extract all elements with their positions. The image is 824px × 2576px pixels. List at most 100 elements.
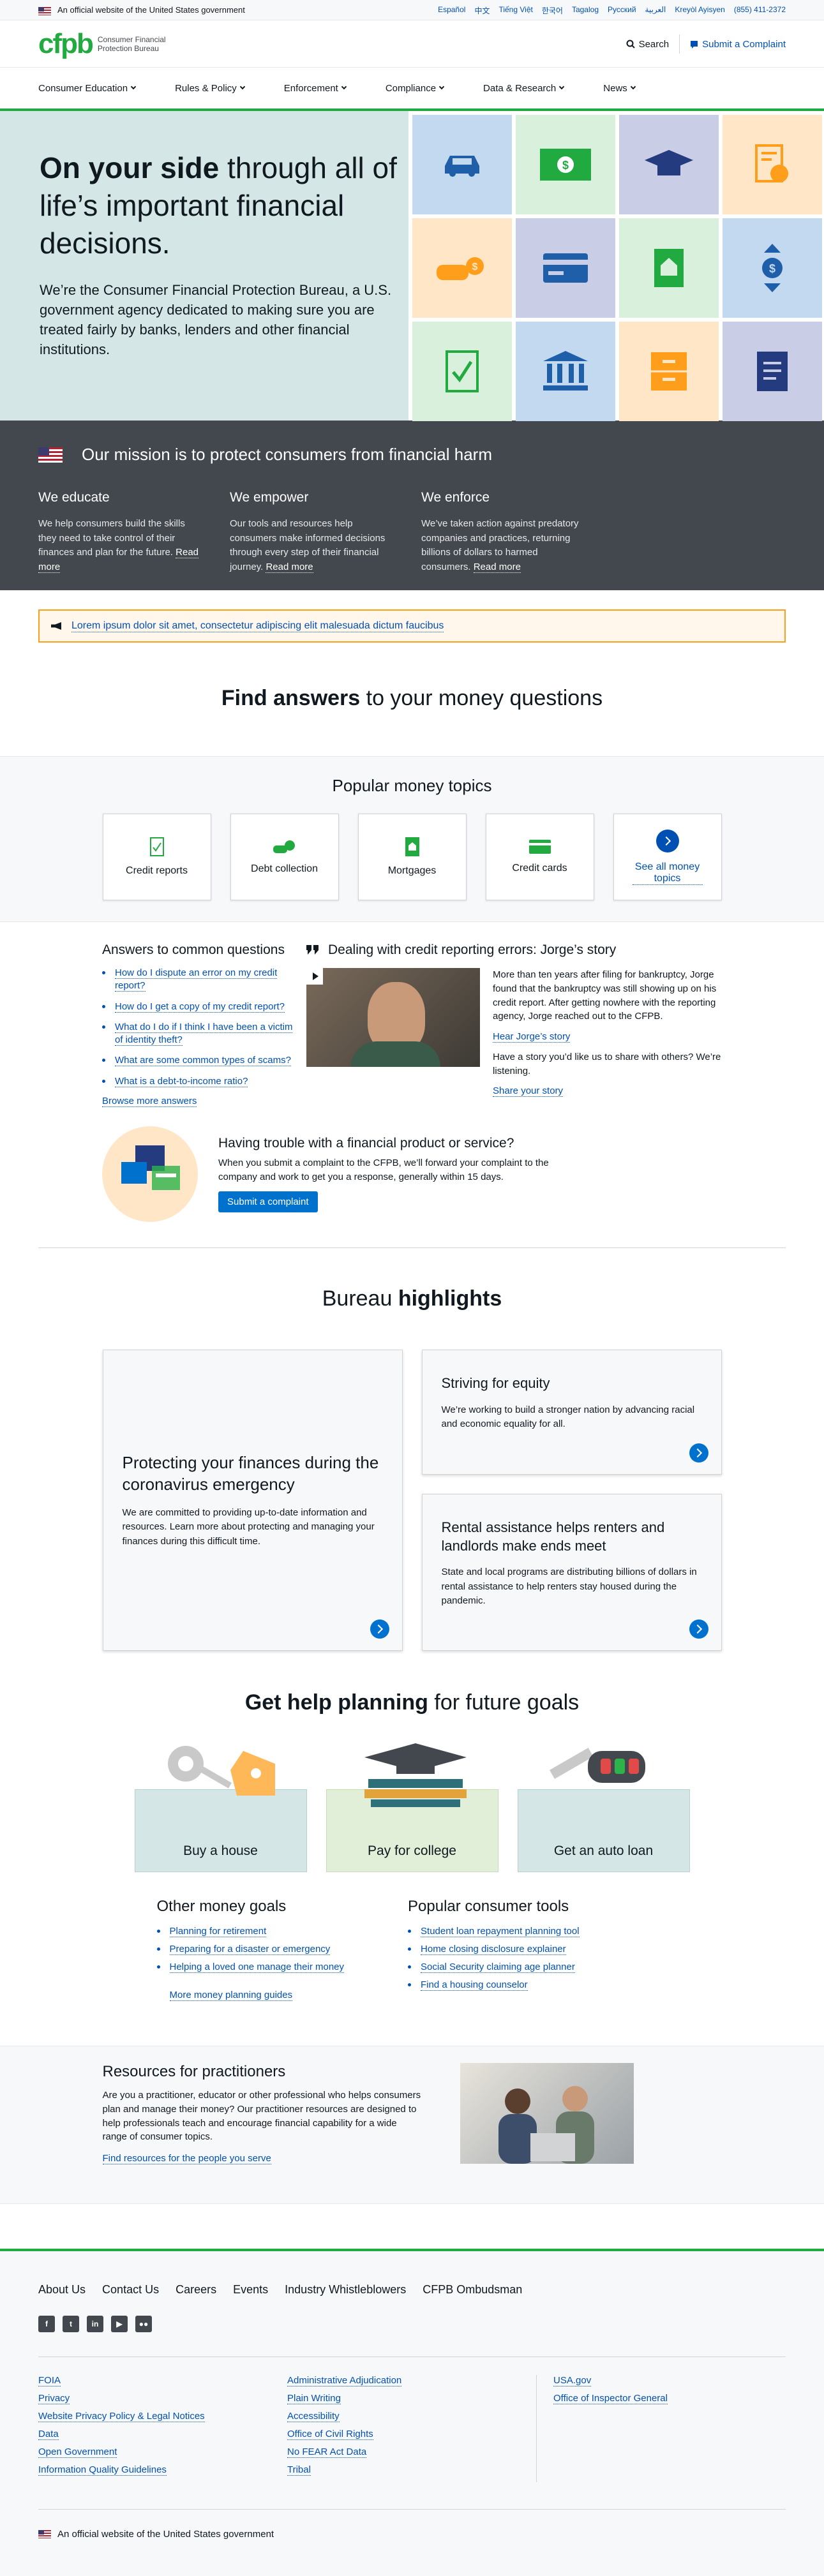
list-item[interactable]: Find a housing counselor bbox=[408, 1979, 580, 1991]
list-item[interactable]: What do I do if I think I have been a vi… bbox=[102, 1021, 294, 1047]
footer-link[interactable]: Accessibility bbox=[287, 2411, 340, 2422]
topic-credit-reports[interactable]: Credit reports bbox=[102, 814, 211, 900]
hear-story-link[interactable]: Hear Jorge’s story bbox=[493, 1031, 571, 1043]
footer-link-about[interactable]: About Us bbox=[38, 2283, 86, 2297]
footer-link[interactable]: Data bbox=[38, 2429, 59, 2440]
lang-link[interactable]: 中文 bbox=[474, 5, 490, 16]
list-item[interactable]: What are some common types of scams? bbox=[102, 1054, 294, 1067]
mission-section: Our mission is to protect consumers from… bbox=[0, 421, 824, 590]
topic-mortgages[interactable]: Mortgages bbox=[357, 814, 467, 900]
complaint-icon bbox=[691, 40, 698, 48]
play-icon[interactable] bbox=[306, 968, 323, 985]
footer-link[interactable]: Open Government bbox=[38, 2446, 117, 2458]
alert-banner: Lorem ipsum dolor sit amet, consectetur … bbox=[38, 609, 786, 643]
credit-report-icon bbox=[149, 837, 164, 856]
twitter-icon[interactable]: t bbox=[63, 2316, 79, 2332]
submit-complaint-button[interactable]: Submit a complaint bbox=[218, 1191, 318, 1213]
cfpb-logo[interactable]: cfpb Consumer Financial Protection Burea… bbox=[38, 30, 168, 58]
story-ask: Have a story you’d like us to share with… bbox=[493, 1051, 721, 1076]
practitioners-body: Are you a practitioner, educator or othe… bbox=[102, 2090, 421, 2143]
topic-see-all[interactable]: See all money topics bbox=[613, 814, 722, 900]
lang-link[interactable]: Русский bbox=[608, 5, 636, 16]
practitioners-link[interactable]: Find resources for the people you serve bbox=[102, 2153, 271, 2164]
footer-link[interactable]: Administrative Adjudication bbox=[287, 2375, 402, 2386]
topic-credit-cards[interactable]: Credit cards bbox=[485, 814, 594, 900]
submit-complaint-link[interactable]: Submit a Complaint bbox=[690, 39, 786, 50]
arrow-right-icon bbox=[689, 1443, 708, 1463]
lang-link[interactable]: Kreyòl Ayisyen bbox=[675, 5, 725, 16]
facebook-icon[interactable]: f bbox=[38, 2316, 55, 2332]
answers-list: How do I dispute an error on my credit r… bbox=[102, 967, 294, 1088]
chevron-down-icon bbox=[239, 84, 246, 90]
footer-link[interactable]: Tribal bbox=[287, 2464, 311, 2476]
highlight-rental[interactable]: Rental assistance helps renters and land… bbox=[421, 1494, 722, 1651]
debt-collection-icon bbox=[273, 840, 295, 853]
us-flag-icon bbox=[38, 2530, 51, 2538]
plan-buy-house[interactable]: Buy a house bbox=[134, 1738, 307, 1872]
list-item[interactable]: Home closing disclosure explainer bbox=[408, 1944, 580, 1955]
lang-link[interactable]: Español bbox=[438, 5, 465, 16]
highlights: Protecting your finances during the coro… bbox=[102, 1350, 722, 1651]
phone-link[interactable]: (855) 411-2372 bbox=[734, 5, 786, 16]
highlight-equity[interactable]: Striving for equity We’re working to bui… bbox=[421, 1350, 722, 1475]
lang-link[interactable]: 한국어 bbox=[542, 5, 563, 16]
footer-link[interactable]: Website Privacy Policy & Legal Notices bbox=[38, 2411, 205, 2422]
practitioners-title: Resources for practitioners bbox=[102, 2063, 286, 2080]
footer-link[interactable]: No FEAR Act Data bbox=[287, 2446, 367, 2458]
lang-link[interactable]: العربية bbox=[645, 5, 666, 16]
flickr-icon[interactable]: ●● bbox=[135, 2316, 152, 2332]
popular-topics: Popular money topics Credit reports Debt… bbox=[0, 756, 824, 922]
footer-link[interactable]: Privacy bbox=[38, 2393, 70, 2404]
nav-rules-policy[interactable]: Rules & Policy bbox=[175, 83, 246, 94]
lang-link[interactable]: Tagalog bbox=[572, 5, 599, 16]
footer-link-whistleblowers[interactable]: Industry Whistleblowers bbox=[285, 2283, 406, 2297]
chevron-down-icon bbox=[630, 84, 636, 90]
hero-tiles: $ $ $ bbox=[408, 111, 824, 421]
footer-link-contact[interactable]: Contact Us bbox=[102, 2283, 159, 2297]
plan-auto-loan[interactable]: Get an auto loan bbox=[517, 1738, 690, 1872]
nav-news[interactable]: News bbox=[603, 83, 636, 94]
footer-link-usagov[interactable]: USA.gov bbox=[553, 2375, 592, 2386]
read-more-link[interactable]: Read more bbox=[473, 561, 521, 573]
graduation-books-icon bbox=[364, 1743, 467, 1807]
answers-title: Answers to common questions bbox=[102, 942, 285, 957]
lang-link[interactable]: Tiếng Việt bbox=[498, 5, 532, 16]
list-item[interactable]: Planning for retirement bbox=[156, 1926, 345, 1937]
read-more-link[interactable]: Read more bbox=[266, 561, 313, 573]
footer-link-ombudsman[interactable]: CFPB Ombudsman bbox=[423, 2283, 522, 2297]
footer-link[interactable]: Office of Civil Rights bbox=[287, 2429, 373, 2440]
story-video[interactable] bbox=[306, 968, 480, 1067]
alert-link[interactable]: Lorem ipsum dolor sit amet, consectetur … bbox=[71, 620, 444, 632]
megaphone-icon bbox=[51, 622, 61, 630]
divider bbox=[38, 1247, 786, 1248]
logo-text: Consumer Financial Protection Bureau bbox=[97, 34, 166, 53]
nav-enforcement[interactable]: Enforcement bbox=[284, 83, 347, 94]
list-item[interactable]: Student loan repayment planning tool bbox=[408, 1926, 580, 1937]
youtube-icon[interactable]: ▶ bbox=[111, 2316, 128, 2332]
highlight-coronavirus[interactable]: Protecting your finances during the coro… bbox=[102, 1350, 403, 1651]
list-item[interactable]: How do I get a copy of my credit report? bbox=[102, 1001, 294, 1013]
share-story-link[interactable]: Share your story bbox=[493, 1085, 564, 1098]
footer-link-events[interactable]: Events bbox=[233, 2283, 268, 2297]
search-button[interactable]: Search bbox=[626, 39, 669, 50]
list-item[interactable]: How do I dispute an error on my credit r… bbox=[102, 967, 294, 993]
more-planning-guides-link[interactable]: More money planning guides bbox=[169, 1990, 293, 2001]
list-item[interactable]: What is a debt-to-income ratio? bbox=[102, 1075, 294, 1088]
highlights-title: Bureau highlights bbox=[322, 1286, 502, 1311]
list-item[interactable]: Helping a loved one manage their money bbox=[156, 1962, 345, 1973]
nav-data-research[interactable]: Data & Research bbox=[483, 83, 565, 94]
footer-link[interactable]: FOIA bbox=[38, 2375, 61, 2386]
plan-pay-college[interactable]: Pay for college bbox=[326, 1738, 498, 1872]
list-item[interactable]: Preparing for a disaster or emergency bbox=[156, 1944, 345, 1955]
list-item[interactable]: Social Security claiming age planner bbox=[408, 1962, 580, 1973]
nav-compliance[interactable]: Compliance bbox=[386, 83, 445, 94]
linkedin-icon[interactable]: in bbox=[87, 2316, 103, 2332]
footer-link-careers[interactable]: Careers bbox=[176, 2283, 216, 2297]
footer-link[interactable]: Information Quality Guidelines bbox=[38, 2464, 167, 2476]
footer-link-oig[interactable]: Office of Inspector General bbox=[553, 2393, 668, 2404]
browse-answers-link[interactable]: Browse more answers bbox=[102, 1095, 197, 1107]
gov-banner: An official website of the United States… bbox=[0, 0, 824, 20]
footer-link[interactable]: Plain Writing bbox=[287, 2393, 341, 2404]
topic-debt-collection[interactable]: Debt collection bbox=[230, 814, 339, 900]
nav-consumer-education[interactable]: Consumer Education bbox=[38, 83, 137, 94]
